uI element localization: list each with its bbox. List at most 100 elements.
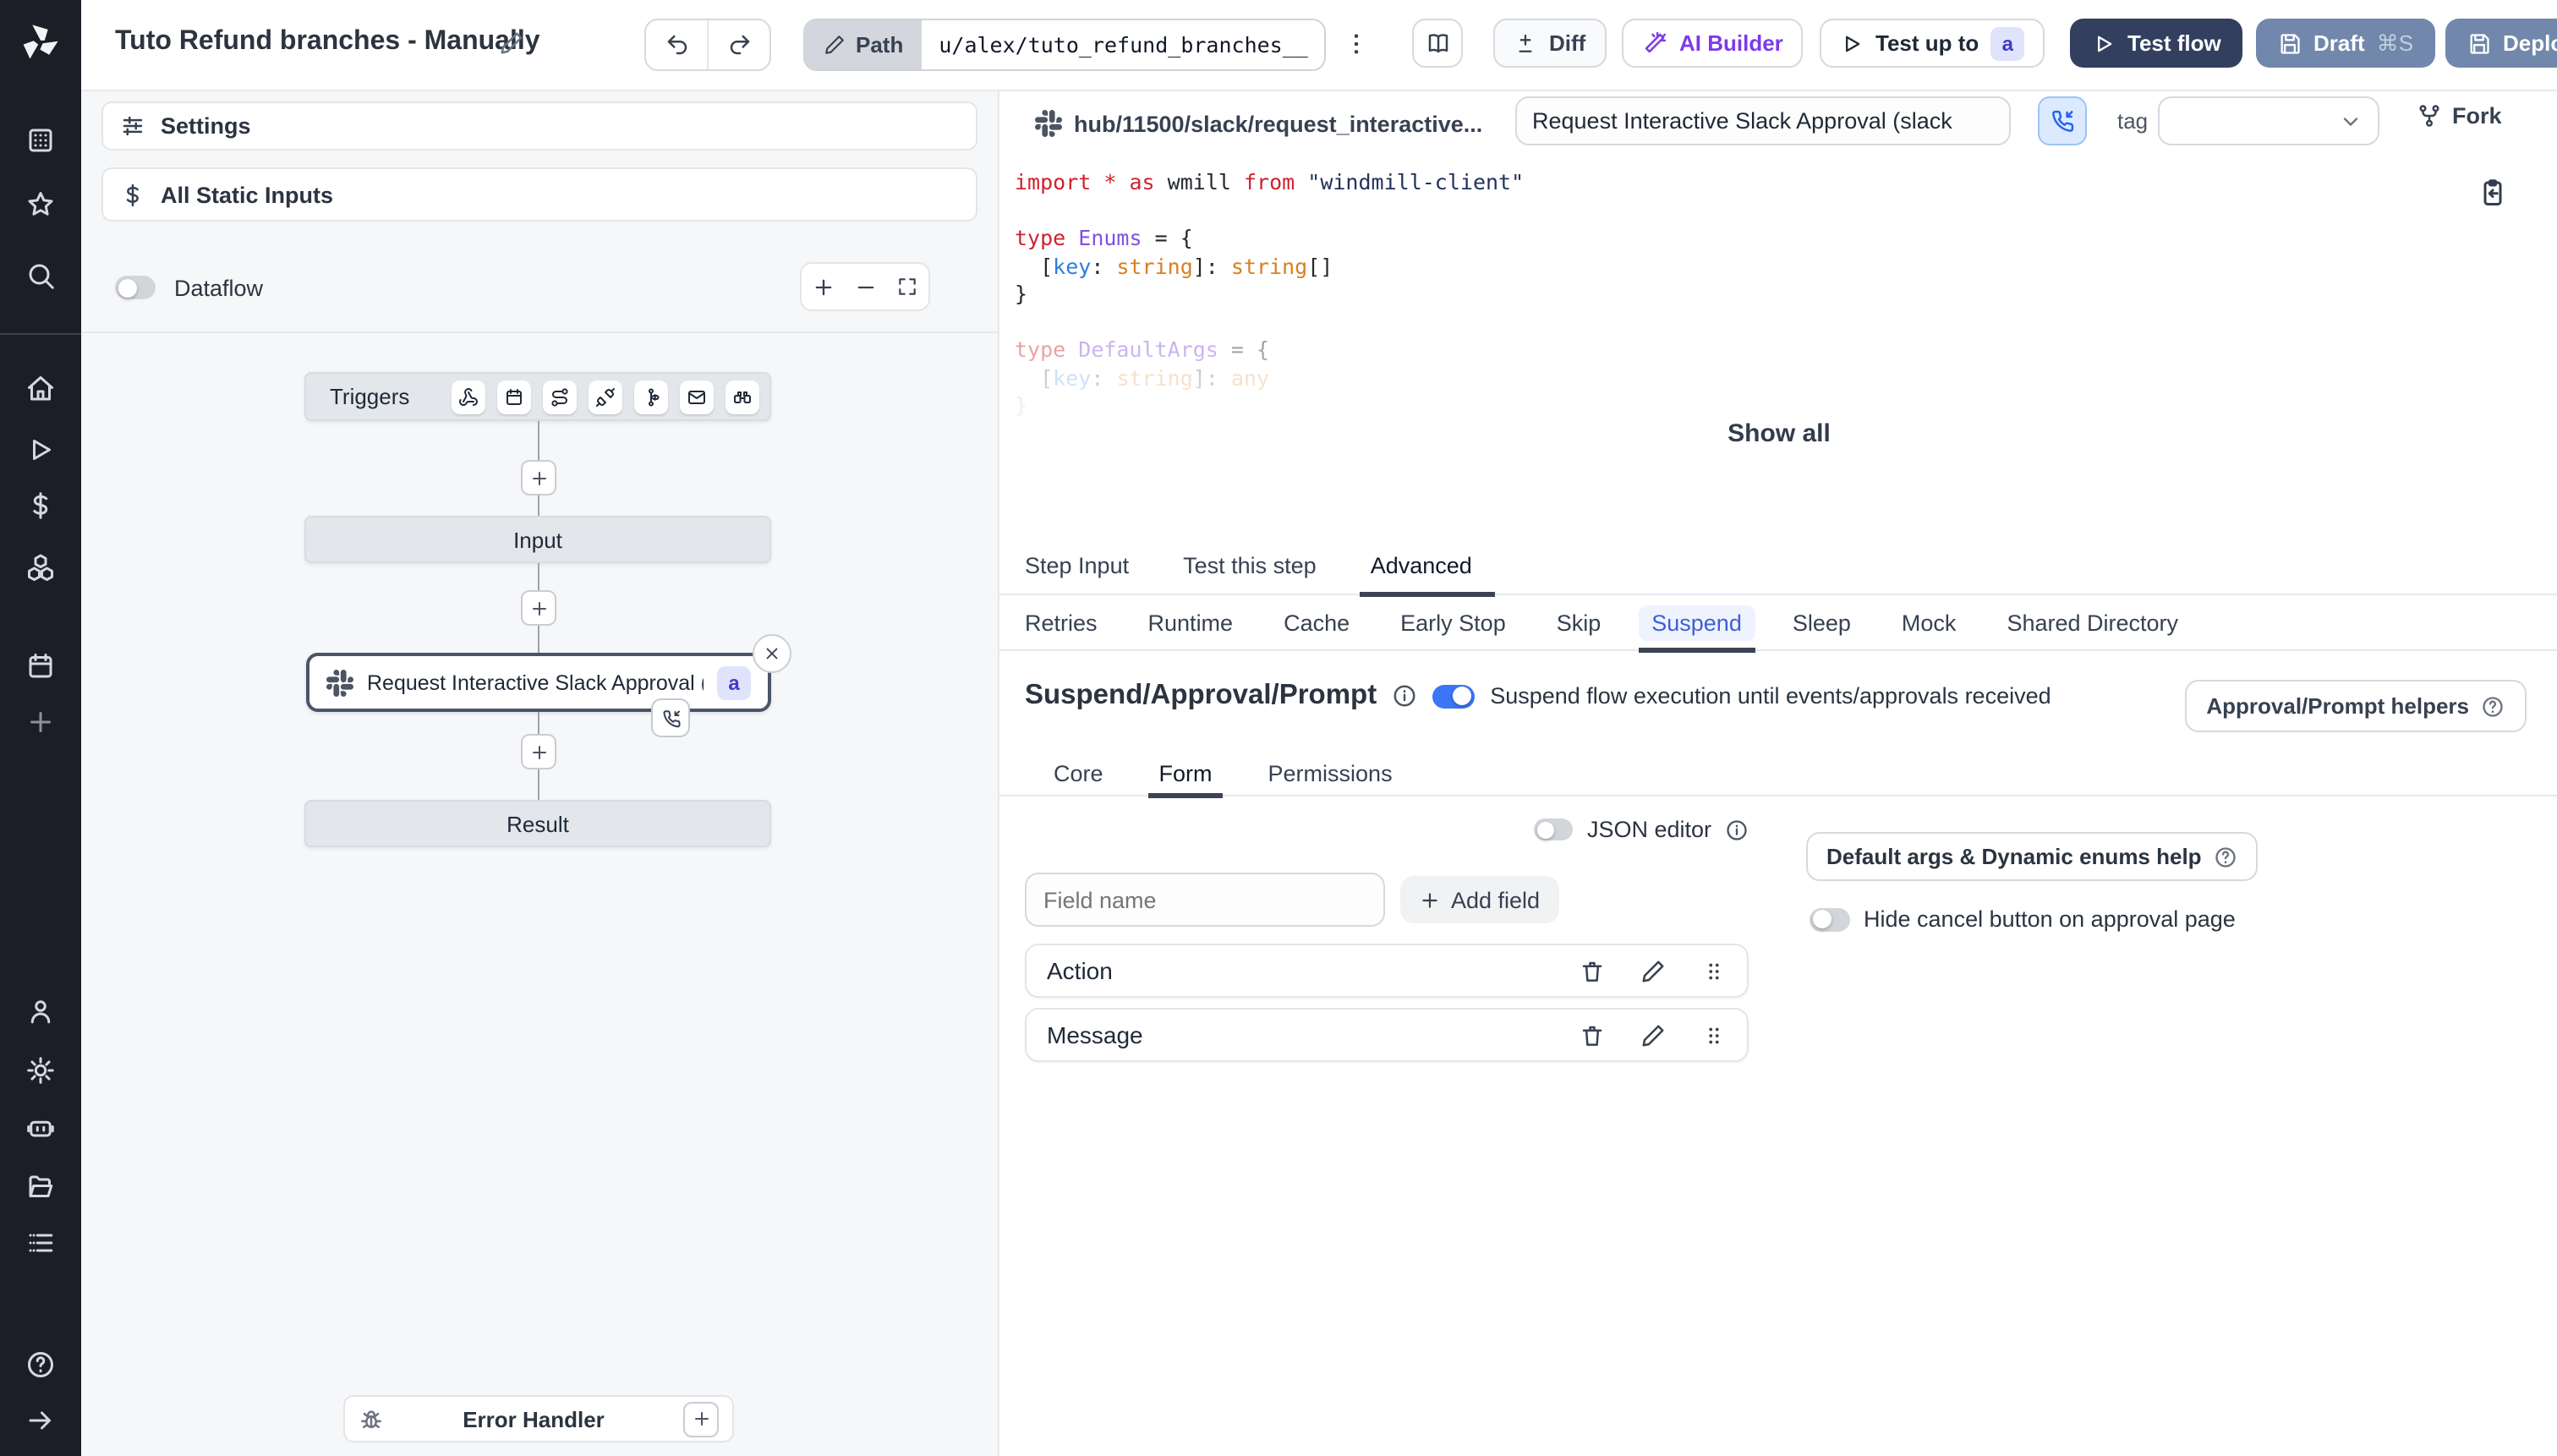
home-icon[interactable] — [25, 374, 56, 404]
edit-title-icon[interactable] — [499, 30, 524, 56]
remove-step-icon[interactable] — [753, 634, 791, 673]
tab-advanced[interactable]: Advanced — [1360, 537, 1496, 596]
help-icon[interactable] — [25, 1349, 56, 1380]
diff-button[interactable]: Diff — [1493, 19, 1607, 68]
delete-field-icon[interactable] — [1580, 1022, 1605, 1048]
viewport: Tuto Refund branches - Manually Path u/a… — [0, 0, 2557, 1456]
delete-field-icon[interactable] — [1580, 958, 1605, 983]
folders-icon[interactable] — [25, 1172, 56, 1202]
websocket-trigger-icon[interactable] — [589, 380, 622, 413]
insert-step-button-2[interactable] — [521, 590, 556, 626]
flow-settings-row[interactable]: Settings — [101, 101, 977, 151]
step-name-input[interactable] — [1515, 96, 2011, 145]
draft-button[interactable]: Draft ⌘S — [2256, 19, 2436, 68]
insert-step-button-1[interactable] — [521, 460, 556, 495]
copy-code-icon[interactable] — [2478, 178, 2508, 208]
expand-sidebar-icon[interactable] — [25, 1405, 56, 1436]
input-node-label: Input — [513, 527, 562, 552]
default-args-help-button[interactable]: Default args & Dynamic enums help — [1806, 832, 2258, 881]
variables-dollar-icon[interactable] — [25, 490, 56, 521]
fork-button[interactable]: Fork — [2417, 103, 2502, 129]
poll-trigger-icon[interactable] — [725, 380, 759, 413]
tab-shared-directory[interactable]: Shared Directory — [2007, 594, 2178, 650]
schedules-calendar-icon[interactable] — [25, 651, 56, 681]
form-field-row-action: Action — [1025, 944, 1749, 998]
suspend-toggle[interactable] — [1432, 684, 1476, 708]
all-static-inputs-row[interactable]: All Static Inputs — [101, 167, 977, 222]
deploy-label: Deploy — [2503, 30, 2557, 56]
runs-play-icon[interactable] — [25, 435, 56, 465]
schedule-trigger-icon[interactable] — [497, 380, 531, 413]
add-error-handler-icon[interactable] — [683, 1401, 719, 1437]
tab-form[interactable]: Form — [1148, 749, 1222, 798]
search-icon[interactable] — [25, 260, 56, 291]
path-value[interactable]: u/alex/tuto_refund_branches__ — [922, 20, 1325, 69]
settings-gear-icon[interactable] — [25, 1055, 56, 1086]
all-static-inputs-label: All Static Inputs — [161, 182, 334, 207]
webhook-trigger-icon[interactable] — [452, 380, 485, 413]
workspace-icon[interactable] — [25, 125, 56, 156]
advanced-tabs: Retries Runtime Cache Early Stop Skip Su… — [999, 594, 2557, 652]
approval-prompt-helpers-button[interactable]: Approval/Prompt helpers — [2184, 680, 2527, 732]
undo-redo-group — [644, 19, 771, 71]
ai-builder-button[interactable]: AI Builder — [1622, 19, 1804, 68]
field-name-input[interactable] — [1025, 873, 1385, 927]
tab-suspend[interactable]: Suspend — [1638, 594, 1756, 652]
tab-early-stop[interactable]: Early Stop — [1400, 594, 1506, 650]
tab-test-this-step[interactable]: Test this step — [1183, 537, 1317, 594]
undo-button[interactable] — [646, 20, 707, 69]
show-all-button[interactable]: Show all — [999, 419, 2557, 448]
deploy-button[interactable]: Deploy — [2445, 19, 2557, 68]
error-handler-node[interactable]: Error Handler — [343, 1395, 734, 1442]
drag-field-icon[interactable] — [1701, 958, 1727, 983]
zoom-out-icon[interactable] — [854, 275, 878, 298]
tab-retries[interactable]: Retries — [1025, 594, 1098, 650]
hide-cancel-toggle[interactable] — [1810, 907, 1850, 931]
logs-list-icon[interactable] — [25, 1228, 56, 1258]
resources-boxes-icon[interactable] — [25, 553, 56, 583]
suspend-phone-button[interactable] — [2038, 96, 2087, 145]
http-route-trigger-icon[interactable] — [543, 380, 577, 413]
tab-suspend-label: Suspend — [1638, 605, 1755, 640]
tab-runtime[interactable]: Runtime — [1148, 594, 1234, 650]
add-plus-icon[interactable] — [25, 707, 56, 737]
triggers-node[interactable]: Triggers — [304, 372, 771, 421]
hub-script-path[interactable]: hub/11500/slack/request_interactive... — [1074, 111, 1482, 136]
edit-field-icon[interactable] — [1640, 958, 1666, 983]
tab-sleep[interactable]: Sleep — [1793, 594, 1851, 650]
add-field-button[interactable]: Add field — [1400, 876, 1559, 923]
kafka-trigger-icon[interactable] — [634, 380, 668, 413]
tab-mock[interactable]: Mock — [1902, 594, 1957, 650]
user-icon[interactable] — [25, 996, 56, 1026]
suspend-phone-badge-icon[interactable] — [651, 698, 690, 737]
path-pill[interactable]: Path u/alex/tuto_refund_branches__ — [803, 19, 1327, 71]
test-flow-button[interactable]: Test flow — [2070, 19, 2243, 68]
tab-skip[interactable]: Skip — [1557, 594, 1602, 650]
drag-field-icon[interactable] — [1701, 1022, 1727, 1048]
windmill-logo-icon[interactable] — [19, 20, 63, 64]
workers-robot-icon[interactable] — [25, 1113, 56, 1143]
docs-book-button[interactable] — [1412, 19, 1463, 68]
test-up-to-button[interactable]: Test up to a — [1820, 19, 2045, 68]
input-node[interactable]: Input — [304, 516, 771, 563]
tag-select[interactable] — [2158, 96, 2379, 145]
tab-core[interactable]: Core — [1054, 749, 1103, 796]
tab-cache[interactable]: Cache — [1284, 594, 1350, 650]
edit-field-icon[interactable] — [1640, 1022, 1666, 1048]
json-editor-toggle[interactable] — [1534, 818, 1574, 840]
draft-shortcut: ⌘S — [2376, 30, 2414, 55]
dataflow-toggle[interactable] — [115, 276, 156, 299]
tab-step-input[interactable]: Step Input — [1025, 537, 1129, 594]
fit-view-icon[interactable] — [897, 276, 919, 298]
tab-permissions[interactable]: Permissions — [1268, 749, 1393, 796]
step-tabs: Step Input Test this step Advanced — [999, 537, 2557, 596]
insert-step-button-3[interactable] — [521, 734, 556, 769]
zoom-in-icon[interactable] — [811, 275, 835, 298]
selected-step-node[interactable]: Request Interactive Slack Approval (... … — [306, 653, 771, 712]
redo-button[interactable] — [707, 20, 769, 69]
code-editor[interactable]: import * as wmill from "windmill-client"… — [999, 157, 2557, 521]
favorites-star-icon[interactable] — [25, 189, 56, 220]
email-trigger-icon[interactable] — [680, 380, 714, 413]
result-node[interactable]: Result — [304, 800, 771, 847]
more-options-icon[interactable] — [1343, 30, 1370, 57]
